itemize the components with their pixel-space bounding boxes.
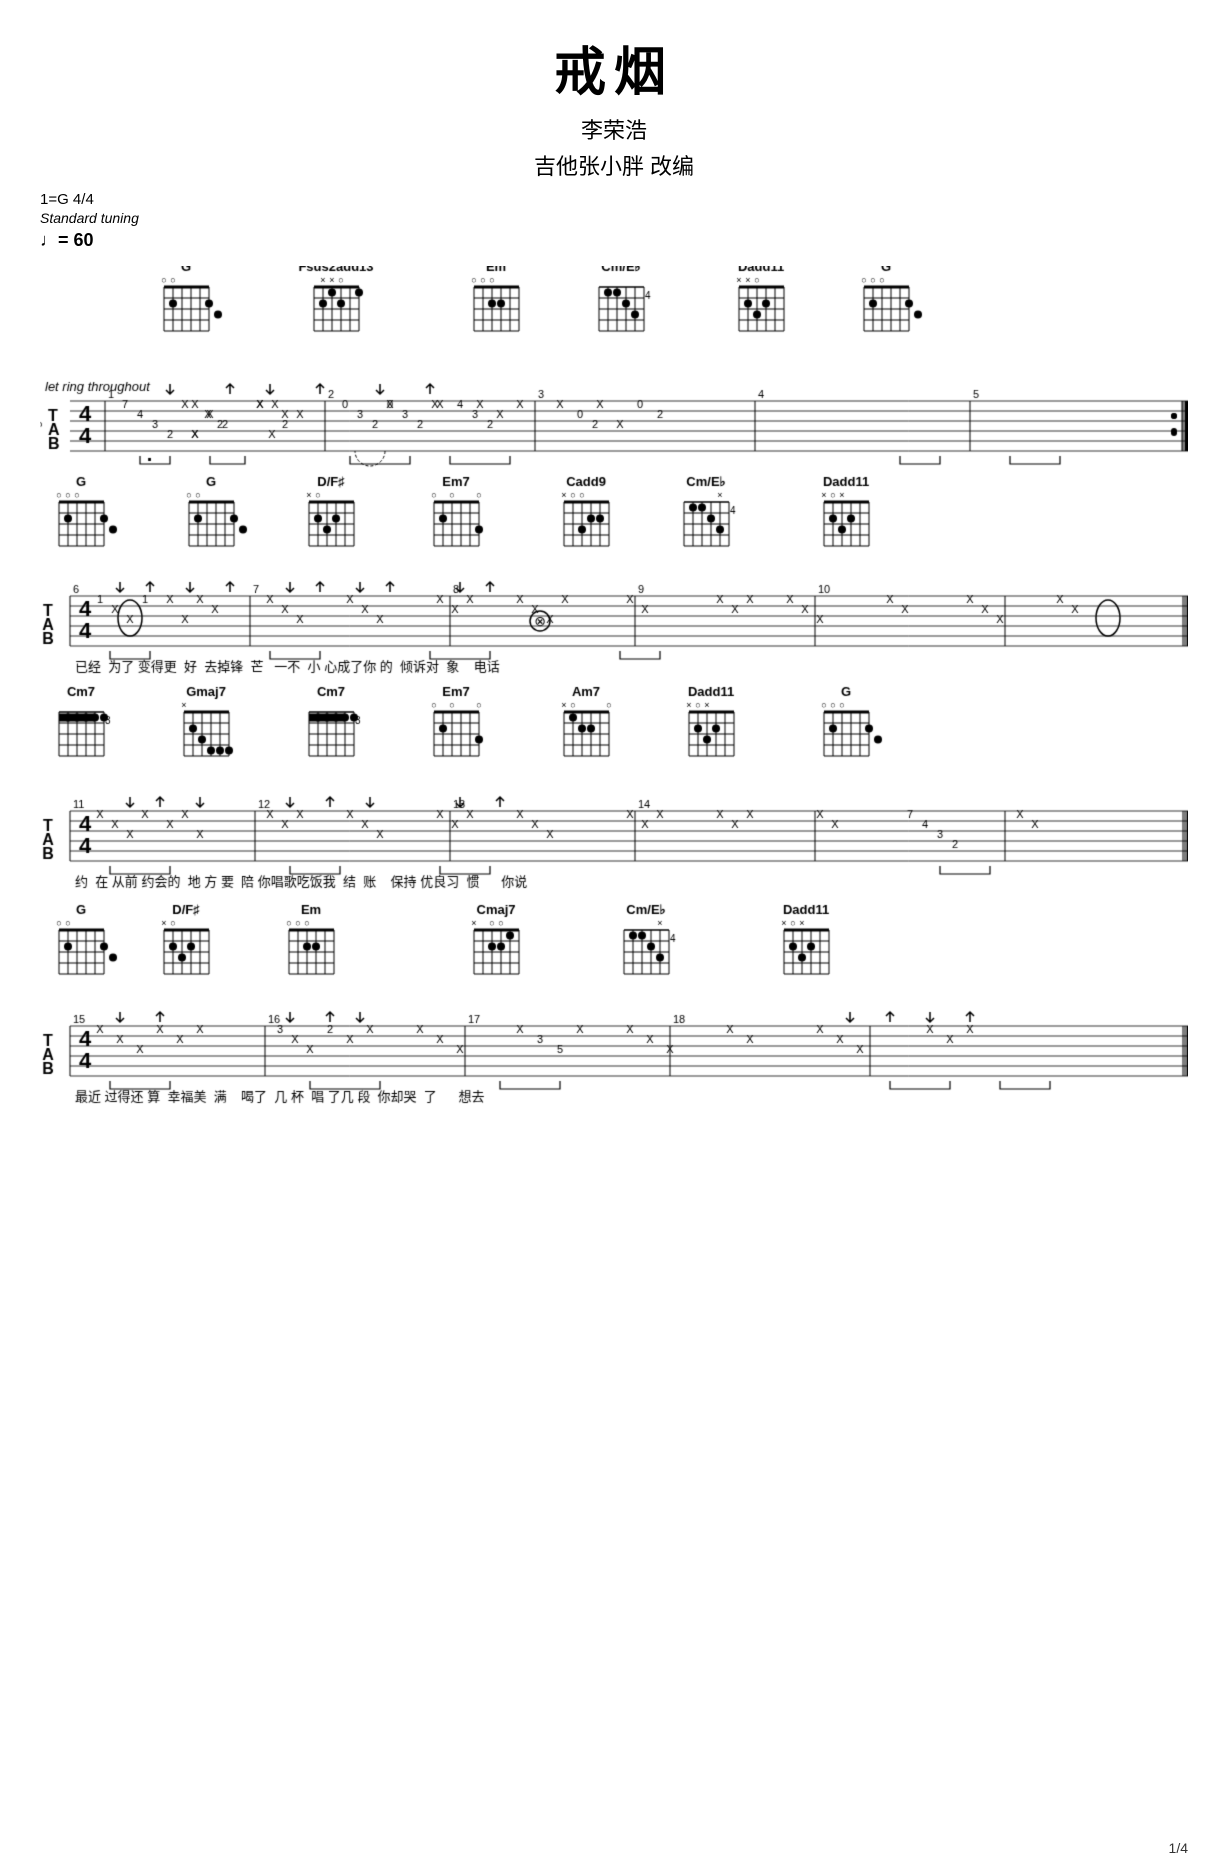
arranger-name: 吉他张小胖 改编 bbox=[40, 149, 1188, 181]
page-number: 1/4 bbox=[1169, 1840, 1188, 1856]
key-time-info: 1=G 4/4 bbox=[40, 191, 1188, 208]
artist-name: 李荣浩 bbox=[40, 113, 1188, 145]
song-title: 戒烟 bbox=[40, 30, 1188, 105]
tuning-info: Standard tuning bbox=[40, 210, 1188, 226]
tempo-info: ♩= 60 bbox=[40, 230, 1188, 251]
sheet-music-canvas bbox=[40, 266, 1188, 1846]
